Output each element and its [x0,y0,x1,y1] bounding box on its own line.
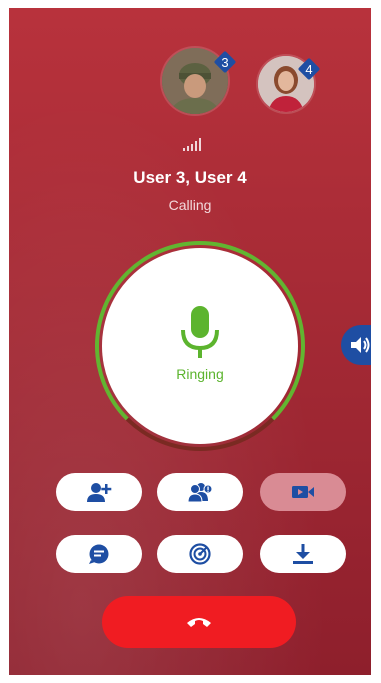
ringing-indicator: Ringing [95,241,305,451]
group-info-icon [187,483,213,503]
add-user-icon [87,483,112,502]
speaker-icon [351,337,370,353]
radar-icon [189,543,211,565]
ringing-circle[interactable]: Ringing [102,248,298,444]
participants-info-button[interactable] [157,473,243,511]
ringing-label: Ringing [176,366,224,382]
chat-bubble-icon [89,544,109,564]
call-title: User 3, User 4 [133,168,247,187]
end-call-button[interactable] [102,596,296,648]
download-button[interactable] [260,535,346,573]
video-button[interactable] [260,473,346,511]
radar-button[interactable] [157,535,243,573]
microphone-icon [181,306,219,358]
chat-button[interactable] [56,535,142,573]
add-participant-button[interactable] [56,473,142,511]
speaker-toggle-button[interactable] [341,325,371,365]
download-icon [293,544,313,564]
video-camera-icon [292,486,314,498]
call-screen: 3 4 User 3, User 4 Calling Ringing [9,8,371,675]
participant-badge-4: 4 [298,58,320,80]
signal-bars-icon [183,138,201,151]
hang-up-icon [187,618,211,627]
call-status: Calling [168,197,212,213]
participant-badge-3: 3 [214,51,236,73]
